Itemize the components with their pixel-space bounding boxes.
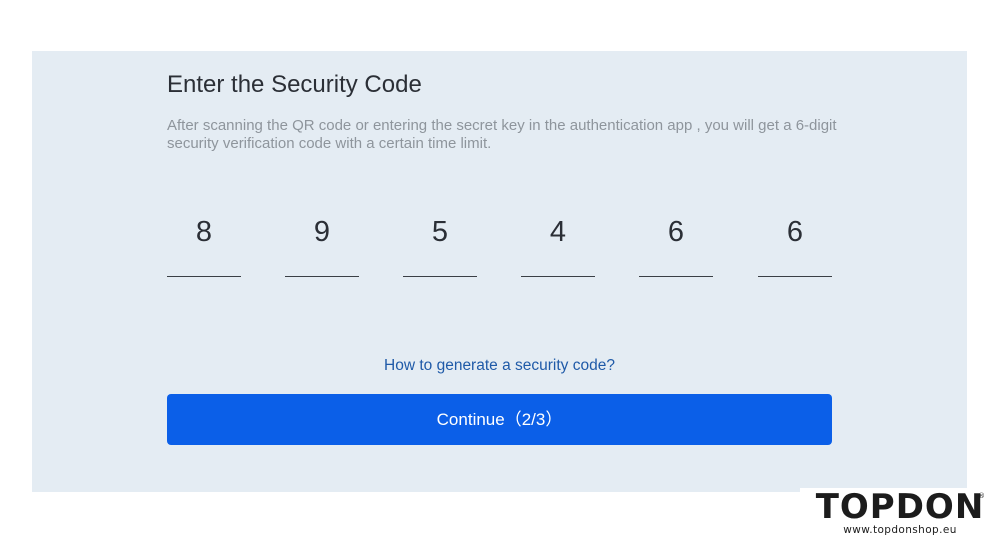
code-digit-input-5[interactable]: 6 [639, 208, 713, 277]
code-digit-value: 9 [313, 216, 331, 248]
instructions-text: After scanning the QR code or entering t… [167, 117, 837, 152]
page-title: Enter the Security Code [167, 71, 422, 98]
topdon-logo: TOPDON ® [800, 490, 1000, 524]
code-digit-input-6[interactable]: 6 [758, 208, 832, 277]
continue-button[interactable]: Continue（2/3） [167, 394, 832, 445]
code-digit-input-4[interactable]: 4 [521, 208, 595, 277]
code-digit-value: 5 [431, 216, 449, 248]
registered-mark: ® [978, 492, 986, 500]
brand-watermark: TOPDON ® www.topdonshop.eu [800, 488, 1000, 538]
code-digit-value: 6 [667, 216, 685, 248]
code-digit-value: 4 [549, 216, 567, 248]
code-digit-value: 6 [786, 216, 804, 248]
generate-code-help-link[interactable]: How to generate a security code? [167, 356, 832, 376]
code-digit-value: 8 [195, 216, 213, 248]
code-digit-input-2[interactable]: 9 [285, 208, 359, 277]
code-digit-input-3[interactable]: 5 [403, 208, 477, 277]
code-digit-input-1[interactable]: 8 [167, 208, 241, 277]
logo-text: TOPDON [815, 487, 985, 527]
security-code-input-group: 8 9 5 4 6 6 [167, 208, 832, 278]
